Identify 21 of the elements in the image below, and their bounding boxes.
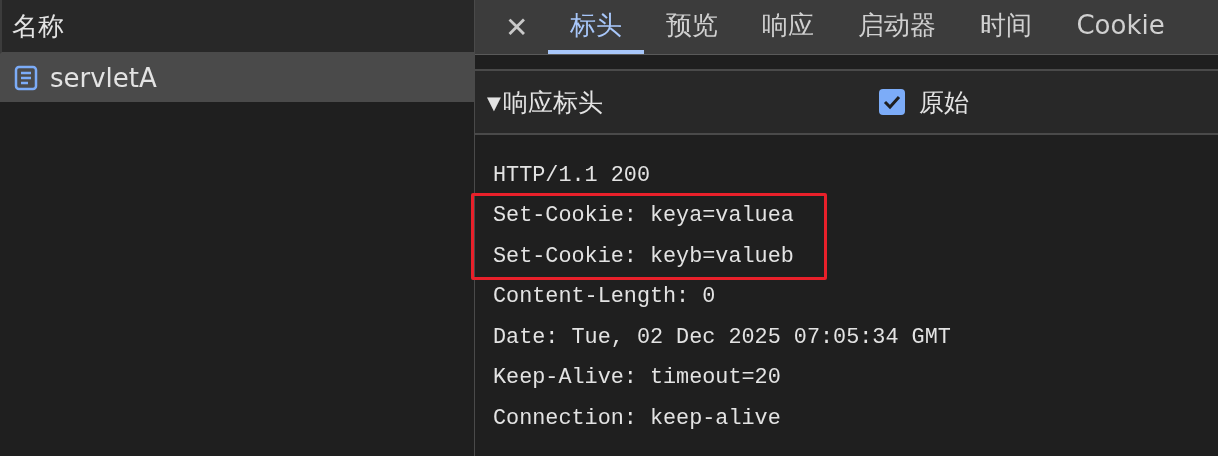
tab[interactable]: 响应 bbox=[740, 0, 837, 54]
document-icon bbox=[14, 65, 38, 91]
tab[interactable]: Cookie bbox=[1054, 0, 1187, 54]
request-row[interactable]: servletA bbox=[0, 54, 474, 102]
header-line: Connection: keep-alive bbox=[493, 405, 781, 431]
header-line: HTTP/1.1 200 bbox=[493, 162, 650, 188]
request-name: servletA bbox=[50, 63, 157, 93]
checkbox-label: 原始 bbox=[919, 86, 969, 119]
close-button[interactable]: ✕ bbox=[505, 0, 549, 54]
tab[interactable]: 预览 bbox=[644, 0, 741, 54]
header-line: Content-Length: 0 bbox=[493, 284, 716, 310]
header-line: Date: Tue, 02 Dec 2025 07:05:34 GMT bbox=[493, 324, 951, 350]
checkmark-icon bbox=[883, 94, 901, 110]
header-line: Set-Cookie: keyb=valueb bbox=[493, 243, 794, 269]
header-line: Set-Cookie: keya=valuea bbox=[493, 203, 794, 229]
tab[interactable]: 启动器 bbox=[836, 0, 959, 54]
raw-checkbox[interactable] bbox=[879, 89, 905, 115]
column-header: 名称 bbox=[12, 9, 64, 43]
section-toggle[interactable]: ▼响应标头 bbox=[487, 85, 879, 119]
header-line: Keep-Alive: timeout=20 bbox=[493, 365, 781, 391]
tab[interactable]: 时间 bbox=[958, 0, 1055, 54]
